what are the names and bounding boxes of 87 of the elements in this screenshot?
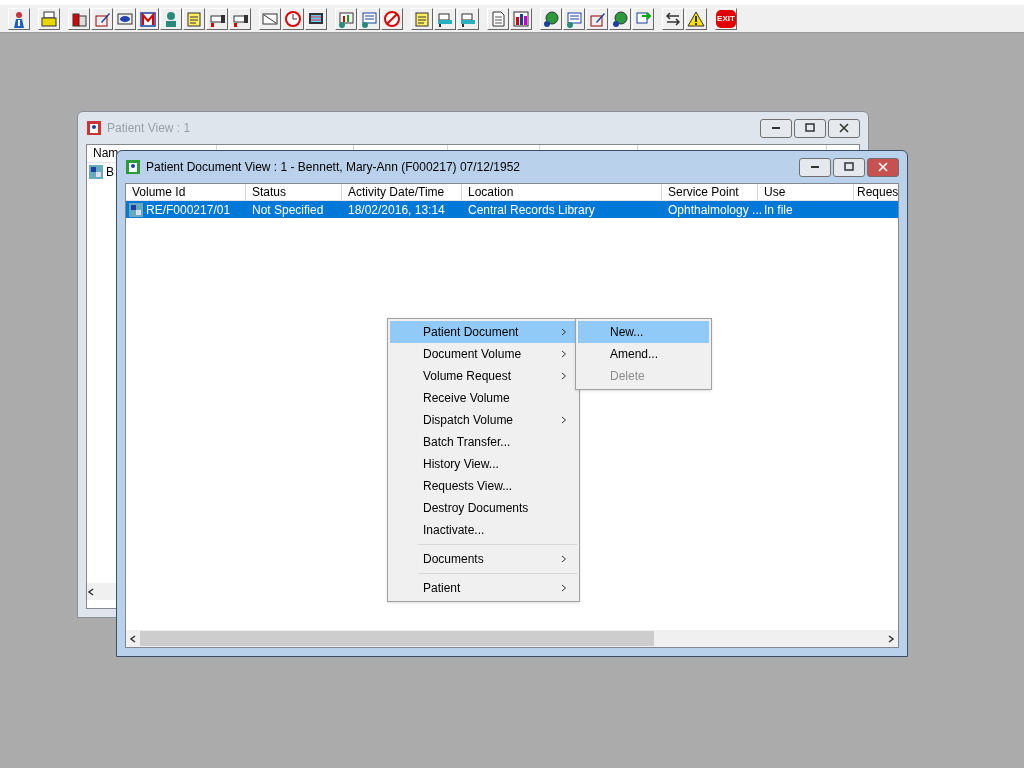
column-header[interactable]: Reques — [857, 185, 898, 199]
toolbar-button[interactable] — [411, 7, 433, 30]
table-cell-text: Central Records Library — [468, 201, 595, 219]
column-header[interactable]: Nam — [93, 146, 119, 160]
menu-item[interactable]: Inactivate... — [390, 519, 577, 541]
window-icon — [125, 159, 141, 175]
menu-item[interactable]: Batch Transfer... — [390, 431, 577, 453]
minimize-button[interactable] — [799, 157, 831, 177]
menu-item[interactable]: Patient — [390, 577, 577, 599]
toolbar-button[interactable] — [563, 7, 585, 30]
table-cell-text: B — [106, 163, 114, 181]
maximize-button[interactable] — [833, 157, 865, 177]
toolbar-button[interactable]: EXIT — [715, 7, 737, 30]
table-cell-text: Ophthalmology ... — [668, 201, 763, 219]
warning-icon — [687, 9, 705, 28]
close-button[interactable] — [828, 118, 860, 138]
toolbar-button[interactable] — [137, 7, 159, 30]
window-title: Patient Document View : 1 - Bennett, Mary-Ann (F000217) 07/12/1952 — [146, 159, 521, 176]
menu-item[interactable]: New... — [578, 321, 709, 343]
toolbar-button[interactable] — [282, 7, 304, 30]
menu-item[interactable]: Destroy Documents — [390, 497, 577, 519]
menu-item[interactable]: Patient Document — [390, 321, 577, 343]
table-cell-text: Not Specified — [252, 201, 324, 219]
table-cell-text: In file — [764, 201, 793, 219]
maximize-button[interactable] — [794, 118, 826, 138]
toolbar-button[interactable] — [685, 7, 707, 30]
bar-chart-icon — [512, 9, 530, 28]
close-icon — [878, 162, 888, 172]
toolbar-button[interactable] — [68, 7, 90, 30]
close-icon — [839, 123, 849, 133]
maximize-icon — [844, 162, 854, 172]
toolbar-button[interactable] — [487, 7, 509, 30]
toolbar-button[interactable] — [358, 7, 380, 30]
menu-item[interactable]: Documents — [390, 548, 577, 570]
toolbar-button[interactable] — [662, 7, 684, 30]
column-header[interactable]: Use — [764, 185, 786, 199]
column-header[interactable]: Service Point — [668, 185, 739, 199]
minimize-icon — [772, 127, 780, 129]
scroll-thumb[interactable] — [140, 631, 654, 646]
clock-icon — [284, 9, 302, 28]
toolbar-button[interactable] — [586, 7, 608, 30]
toolbar-button[interactable] — [305, 7, 327, 30]
minimize-button[interactable] — [760, 118, 792, 138]
column-header[interactable]: Activity Date/Time — [348, 185, 445, 199]
document-icon — [88, 163, 104, 180]
menu-item[interactable]: Requests View... — [390, 475, 577, 497]
horizontal-scroll-bar[interactable] — [126, 630, 898, 647]
menu-item[interactable]: Receive Volume — [390, 387, 577, 409]
menu-item[interactable]: Document Volume — [390, 343, 577, 365]
column-header[interactable]: Location — [468, 185, 514, 199]
toolbar-button[interactable] — [510, 7, 532, 30]
document-icon — [128, 201, 144, 218]
scroll-bar[interactable] — [87, 583, 117, 600]
table-cell-text: 18/02/2016, 13:14 — [348, 201, 445, 219]
printer-icon — [40, 9, 58, 28]
toolbar-button[interactable] — [381, 7, 403, 30]
column-header[interactable]: Status — [252, 185, 287, 199]
maximize-icon — [805, 123, 815, 133]
scroll-left-icon — [129, 634, 137, 643]
scroll-left-icon — [87, 587, 95, 596]
minimize-icon — [811, 166, 819, 168]
menu-item[interactable]: Amend... — [578, 343, 709, 365]
window-title: Patient View : 1 — [107, 120, 192, 137]
table-cell-text: RE/F000217/01 — [146, 201, 231, 219]
toolbar-button[interactable] — [91, 7, 113, 30]
letter-icon — [139, 9, 157, 28]
close-button[interactable] — [867, 157, 899, 177]
menu-item: Delete — [609, 368, 646, 385]
scroll-right-icon — [887, 634, 895, 643]
menu-item[interactable]: History View... — [390, 453, 577, 475]
note-icon — [185, 9, 203, 28]
menu-item[interactable]: Dispatch Volume — [390, 409, 577, 431]
toolbar-button[interactable] — [38, 7, 60, 30]
form-icon — [565, 9, 583, 28]
note-icon — [413, 9, 431, 28]
page-icon — [489, 9, 507, 28]
chart-icon — [337, 9, 355, 28]
toolbar-button[interactable] — [183, 7, 205, 30]
prohibited-icon — [383, 9, 401, 28]
toolbar-button[interactable] — [8, 7, 30, 30]
window-icon — [86, 120, 102, 136]
table-row[interactable]: RE/F000217/01 Not Specified 18/02/2016, 13:14 Central Records Library Ophthalmology ... In file — [126, 201, 898, 218]
menu-item[interactable]: Volume Request — [390, 365, 577, 387]
arrows-icon — [664, 9, 682, 28]
toolbar-button[interactable] — [335, 7, 357, 30]
column-header[interactable]: Volume Id — [132, 185, 186, 199]
form-icon — [360, 9, 378, 28]
